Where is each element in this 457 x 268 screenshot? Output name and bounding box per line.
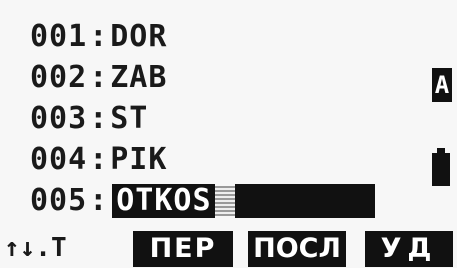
softkey-posl[interactable]: ПОСЛ (248, 231, 346, 267)
code-value: PIK (110, 142, 168, 177)
nav-arrows-indicator: ↑↓.T (4, 233, 67, 263)
softkey-ud[interactable]: УД (365, 231, 453, 267)
code-number: 005 (30, 183, 88, 218)
code-separator: : (89, 19, 109, 54)
text-cursor (214, 185, 235, 216)
code-separator: : (89, 60, 109, 95)
edit-field-fill (234, 183, 375, 218)
softkey-bar: ↑↓.T ПЕР ПОСЛ УД (0, 228, 457, 268)
code-list-item-editing[interactable]: 005: OTKOS (30, 180, 375, 221)
code-value-input[interactable]: OTKOS (112, 183, 215, 218)
instrument-display: 001: DOR 002: ZAB 003: ST 004: PIK 005: OTKOS… (0, 0, 457, 268)
code-number: 003 (30, 101, 88, 136)
battery-icon (432, 148, 450, 186)
code-list-item[interactable]: 002: ZAB (30, 57, 375, 98)
code-list-item[interactable]: 001: DOR (30, 16, 375, 57)
code-list-item[interactable]: 004: PIK (30, 139, 375, 180)
code-number: 002 (30, 60, 88, 95)
code-separator: : (89, 101, 109, 136)
code-value: ZAB (110, 60, 168, 95)
code-number: 001 (30, 19, 88, 54)
code-list: 001: DOR 002: ZAB 003: ST 004: PIK 005: OTKOS (30, 16, 375, 221)
code-separator: : (89, 183, 109, 218)
code-value: ST (110, 101, 149, 136)
code-value: DOR (110, 19, 168, 54)
code-list-item[interactable]: 003: ST (30, 98, 375, 139)
input-mode-icon: A (432, 68, 452, 102)
code-number: 004 (30, 142, 88, 177)
code-separator: : (89, 142, 109, 177)
battery-body (432, 153, 450, 186)
softkey-per[interactable]: ПЕР (133, 231, 233, 267)
